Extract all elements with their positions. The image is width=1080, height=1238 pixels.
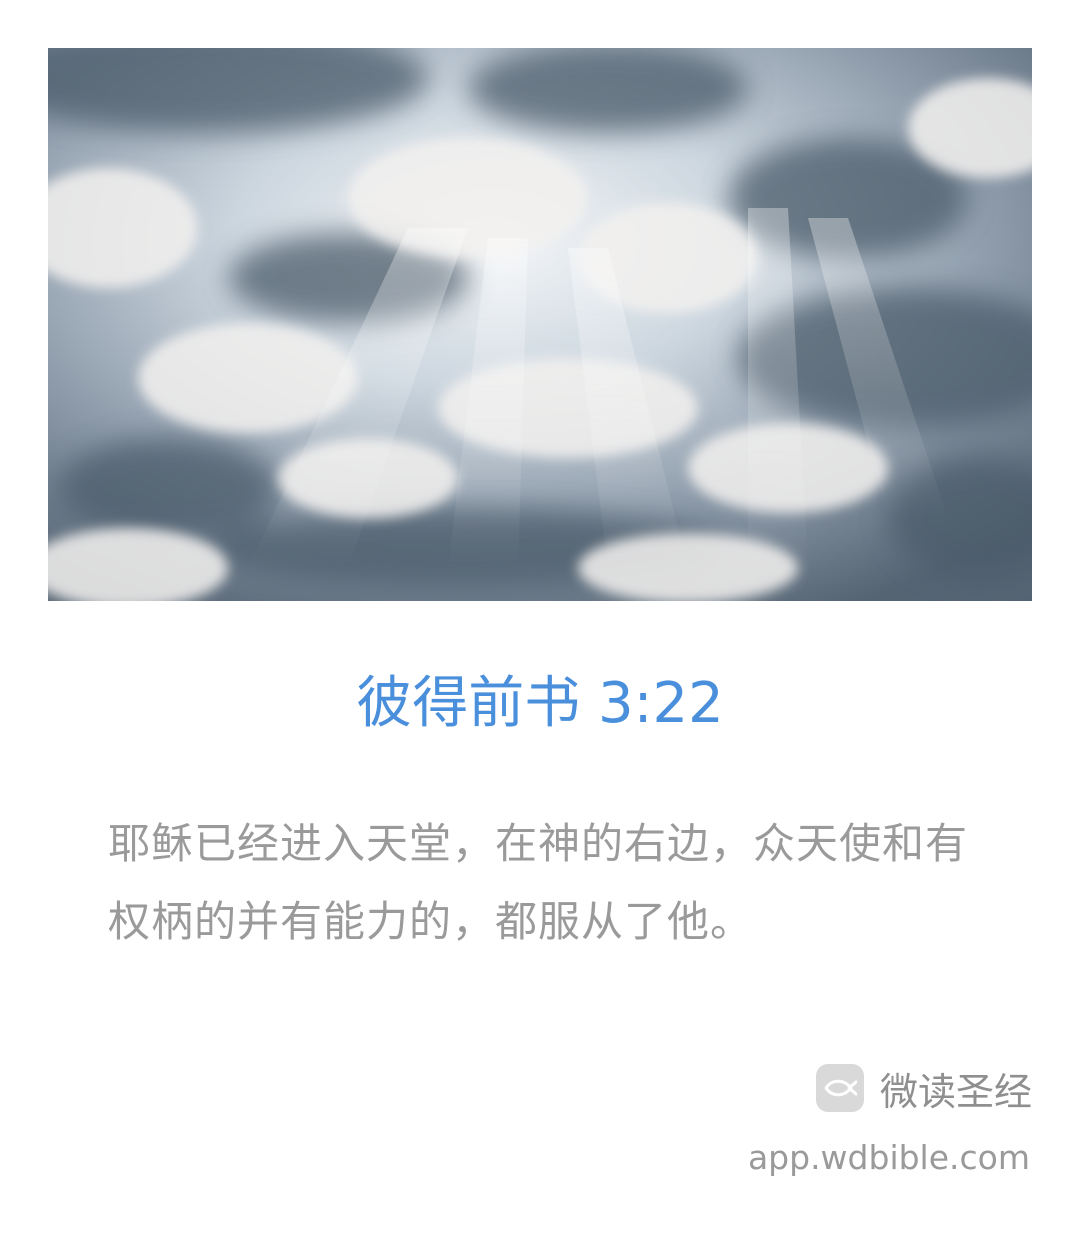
hero-image	[48, 48, 1032, 601]
brand-name: 微读圣经	[879, 1069, 1032, 1114]
fish-icon	[815, 1064, 864, 1112]
app-url[interactable]: app.wdbible.com	[748, 1136, 1030, 1180]
brand[interactable]: 微读圣经	[815, 1062, 1032, 1114]
verse-text: 耶稣已经进入天堂，在神的右边，众天使和有权柄的并有能力的，都服从了他。	[108, 819, 969, 946]
fish-glyph	[824, 1079, 857, 1097]
cloud-sky-illustration	[48, 48, 1032, 601]
verse-reference: 彼得前书 3:22	[356, 671, 724, 736]
